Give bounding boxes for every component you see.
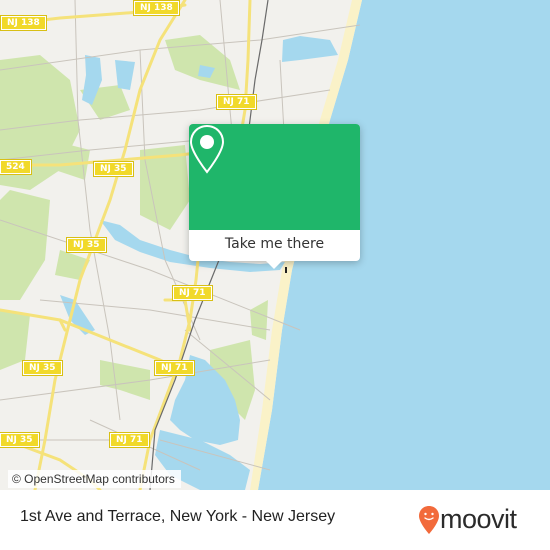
map-pin-icon [189,124,225,174]
road-shield: NJ 138 [133,0,180,16]
popup-tail [265,260,283,269]
footer: 1st Ave and Terrace, New York - New Jers… [0,490,550,550]
map-attribution[interactable]: © OpenStreetMap contributors [8,470,181,488]
popup-header [189,124,360,230]
road-shield: NJ 71 [216,94,257,110]
road-shield: 524 [0,159,32,175]
road-shield: NJ 71 [109,432,150,448]
road-shield: NJ 138 [0,15,47,31]
road-shield: NJ 35 [66,237,107,253]
location-title: 1st Ave and Terrace, New York - New Jers… [20,508,336,525]
location-marker [285,267,287,273]
map[interactable]: NJ 138 NJ 138 NJ 71 524 NJ 35 NJ 35 NJ 7… [0,0,550,490]
location-popup: Take me there [189,124,360,269]
road-shield: NJ 71 [172,285,213,301]
take-me-there-button[interactable]: Take me there [189,230,360,261]
road-shield: NJ 35 [0,432,40,448]
brand-name: moovit [440,504,517,534]
road-shield: NJ 71 [154,360,195,376]
road-shield: NJ 35 [22,360,63,376]
moovit-pin-icon [419,506,439,534]
road-shield: NJ 35 [93,161,134,177]
